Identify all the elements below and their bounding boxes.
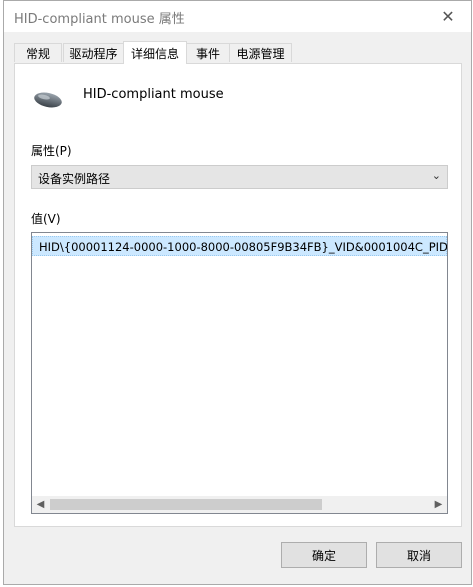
properties-dialog: HID-compliant mouse 属性 ✕ 常规 驱动程序 详细信息 事件… <box>3 0 472 585</box>
tab-driver[interactable]: 驱动程序 <box>63 43 124 62</box>
device-name: HID-compliant mouse <box>83 87 224 102</box>
details-panel: HID-compliant mouse 属性(P) 设备实例路径 ⌄ 值(V) … <box>14 63 462 527</box>
list-item-text: HID\{00001124-0000-1000-8000-00805F9B34F… <box>39 240 448 254</box>
close-button[interactable]: ✕ <box>425 1 471 32</box>
tab-power-management[interactable]: 电源管理 <box>229 43 292 62</box>
cancel-button[interactable]: 取消 <box>376 542 462 568</box>
tab-details[interactable]: 详细信息 <box>123 41 187 64</box>
tab-events[interactable]: 事件 <box>186 43 230 62</box>
value-listbox[interactable]: HID\{00001124-0000-1000-8000-00805F9B34F… <box>31 232 448 514</box>
scroll-thumb[interactable] <box>50 499 322 510</box>
value-label: 值(V) <box>31 212 61 226</box>
property-select[interactable]: 设备实例路径 ⌄ <box>31 165 448 189</box>
mouse-icon <box>34 92 62 108</box>
list-item[interactable]: HID\{00001124-0000-1000-8000-00805F9B34F… <box>32 236 447 256</box>
property-label: 属性(P) <box>31 144 72 158</box>
property-selected-value: 设备实例路径 <box>38 172 111 186</box>
tab-general[interactable]: 常规 <box>14 43 62 62</box>
chevron-down-icon: ⌄ <box>431 169 441 182</box>
horizontal-scrollbar[interactable]: ◀ ▶ <box>32 496 447 513</box>
ok-button[interactable]: 确定 <box>281 542 367 568</box>
title-bar: HID-compliant mouse 属性 ✕ <box>4 1 471 32</box>
close-icon: ✕ <box>441 7 455 26</box>
scroll-left-icon[interactable]: ◀ <box>32 496 49 513</box>
scroll-right-icon[interactable]: ▶ <box>430 496 447 513</box>
window-title: HID-compliant mouse 属性 <box>14 12 185 27</box>
